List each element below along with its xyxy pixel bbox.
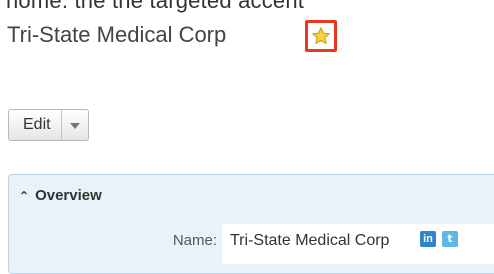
star-icon[interactable] (311, 26, 331, 46)
record-title: Tri-State Medical Corp (7, 22, 227, 47)
panel-title: Overview (35, 187, 102, 204)
cropped-heading-text: home. the the targeted accent (6, 0, 305, 13)
name-field-value: Tri-State Medical Corp (230, 232, 390, 249)
actions-dropdown-button[interactable] (60, 110, 88, 140)
edit-button[interactable]: Edit (9, 110, 61, 140)
twitter-icon[interactable]: t (442, 231, 458, 247)
name-field-label: Name: (172, 232, 217, 249)
name-field: Tri-State Medical Corp in t (222, 224, 494, 264)
linkedin-icon[interactable]: in (420, 231, 436, 247)
edit-button-group: Edit (8, 109, 89, 141)
double-chevron-up-icon[interactable]: ⌃ (19, 189, 29, 203)
overview-header[interactable]: ⌃ Overview (19, 187, 102, 204)
favorite-toggle[interactable] (305, 20, 337, 52)
caret-down-icon (69, 116, 80, 134)
